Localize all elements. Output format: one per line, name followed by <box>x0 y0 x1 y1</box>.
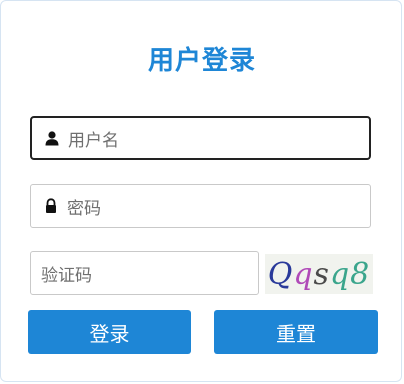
captcha-field[interactable]: 验证码 <box>30 251 259 295</box>
username-placeholder: 用户名 <box>68 130 119 151</box>
page-title: 用户登录 <box>147 46 256 76</box>
captcha-char: q <box>329 256 351 292</box>
reset-button[interactable]: 重置 <box>214 310 378 354</box>
password-field[interactable]: 密码 <box>30 184 371 228</box>
user-icon <box>44 130 60 146</box>
captcha-char: 8 <box>350 256 371 292</box>
login-button[interactable]: 登录 <box>28 310 191 354</box>
captcha-image[interactable]: Q q s q 8 <box>265 254 373 294</box>
captcha-char: q <box>293 256 314 292</box>
captcha-char: Q <box>267 256 294 292</box>
captcha-char: s <box>313 256 330 292</box>
lock-icon <box>43 198 59 214</box>
captcha-placeholder: 验证码 <box>41 265 92 286</box>
username-field[interactable]: 用户名 <box>30 116 371 160</box>
password-placeholder: 密码 <box>67 198 101 219</box>
